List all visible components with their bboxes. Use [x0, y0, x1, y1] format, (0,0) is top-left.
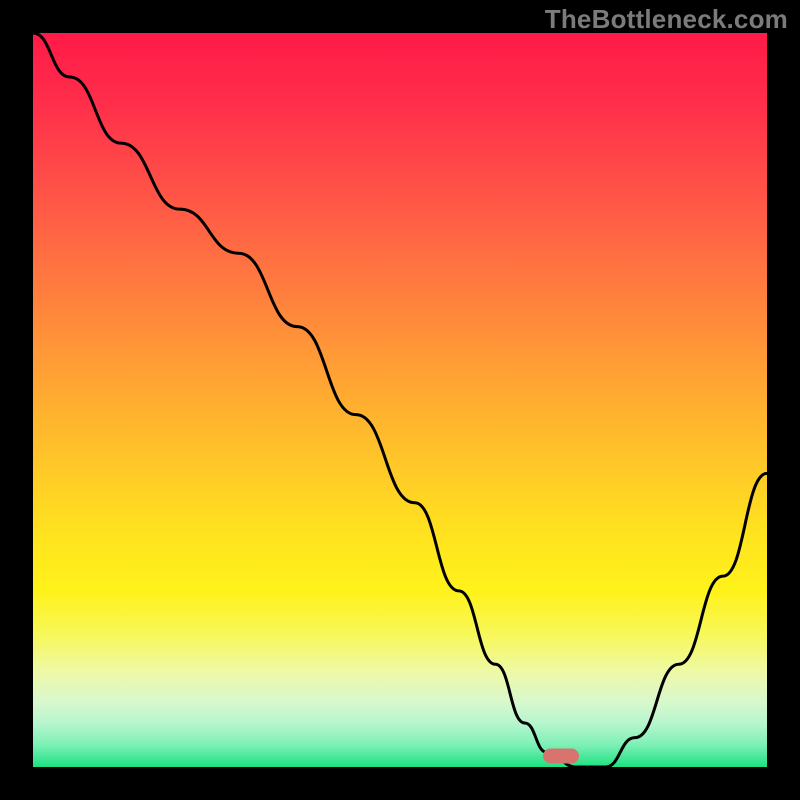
optimal-point-marker	[543, 748, 579, 763]
bottleneck-curve	[33, 33, 767, 767]
plot-area	[33, 33, 767, 767]
chart-frame: TheBottleneck.com	[0, 0, 800, 800]
site-watermark: TheBottleneck.com	[545, 4, 788, 35]
